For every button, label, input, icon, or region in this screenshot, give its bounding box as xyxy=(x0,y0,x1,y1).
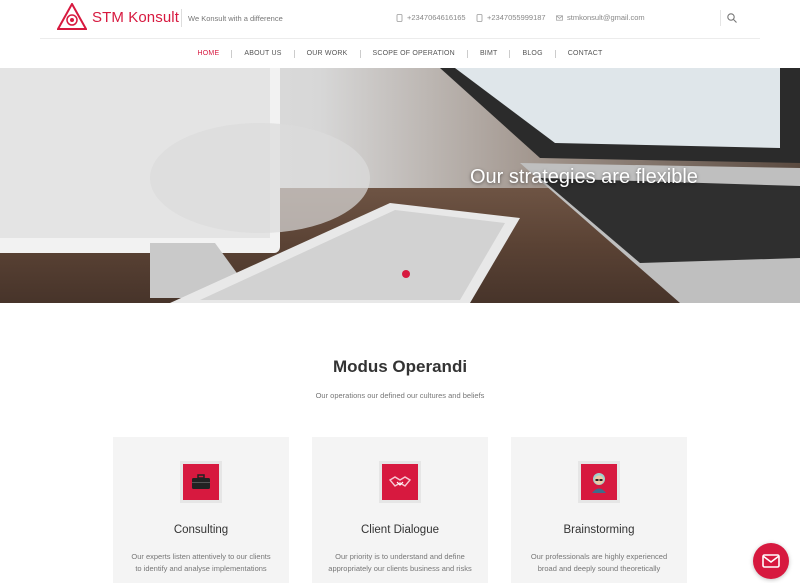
nav-item-home[interactable]: HOME xyxy=(198,50,220,57)
phone-icon xyxy=(396,13,403,22)
brand-name[interactable]: STM Konsult xyxy=(92,9,179,26)
nav-divider xyxy=(509,49,511,58)
nav-item-about-us[interactable]: ABOUT US xyxy=(244,50,281,57)
card-text: Our experts listen attentively to our cl… xyxy=(131,552,271,573)
contact-phone-2[interactable]: +2347055999187 xyxy=(476,13,546,22)
top-bar: STM Konsult We Konsult with a difference… xyxy=(0,0,800,38)
hero-title: Our strategies are flexible xyxy=(470,166,698,188)
card-text: Our professionals are highly experienced… xyxy=(530,552,668,573)
nav-item-blog[interactable]: BLOG xyxy=(522,50,542,57)
brand-divider xyxy=(181,9,182,27)
section-subtitle: Our operations our defined our cultures … xyxy=(315,391,485,400)
contact-phone-1[interactable]: +2347064616165 xyxy=(396,13,466,22)
card-title: Client Dialogue xyxy=(361,524,439,536)
search-icon[interactable] xyxy=(726,12,738,24)
nav-item-bimt[interactable]: BIMT xyxy=(480,50,498,57)
person-icon xyxy=(578,461,620,503)
search-divider xyxy=(720,10,721,26)
phone-icon xyxy=(476,13,483,22)
email-text: stmkonsult@gmail.com xyxy=(567,13,645,22)
nav-item-contact[interactable]: CONTACT xyxy=(568,50,603,57)
nav-divider xyxy=(466,49,468,58)
card-client-dialogue: Client Dialogue Our priority is to under… xyxy=(312,437,488,583)
section-title: Modus Operandi xyxy=(332,357,468,376)
brand-tagline: We Konsult with a difference xyxy=(188,14,283,23)
briefcase-icon xyxy=(180,461,222,503)
card-title: Brainstorming xyxy=(563,524,635,536)
nav-divider xyxy=(293,49,295,58)
main-nav: HOME ABOUT US OUR WORK SCOPE OF OPERATIO… xyxy=(0,39,800,68)
nav-divider xyxy=(359,49,361,58)
contact-mail-button[interactable] xyxy=(753,543,789,579)
nav-divider xyxy=(231,49,233,58)
logo-icon[interactable] xyxy=(57,3,87,31)
mail-icon xyxy=(762,554,780,568)
card-brainstorming: Brainstorming Our professionals are high… xyxy=(511,437,687,583)
hero-banner: Our strategies are flexible xyxy=(0,68,800,303)
contact-email[interactable]: stmkonsult@gmail.com xyxy=(556,13,645,22)
phone-2-text: +2347055999187 xyxy=(487,13,546,22)
handshake-icon xyxy=(379,461,421,503)
nav-divider xyxy=(554,49,556,58)
card-text: Our priority is to understand and define… xyxy=(328,552,472,573)
phone-1-text: +2347064616165 xyxy=(407,13,466,22)
nav-item-our-work[interactable]: OUR WORK xyxy=(307,50,348,57)
mail-icon xyxy=(556,14,563,21)
card-consulting: Consulting Our experts listen attentivel… xyxy=(113,437,289,583)
nav-item-scope-of-operation[interactable]: SCOPE OF OPERATION xyxy=(373,50,455,57)
card-title: Consulting xyxy=(173,524,229,536)
